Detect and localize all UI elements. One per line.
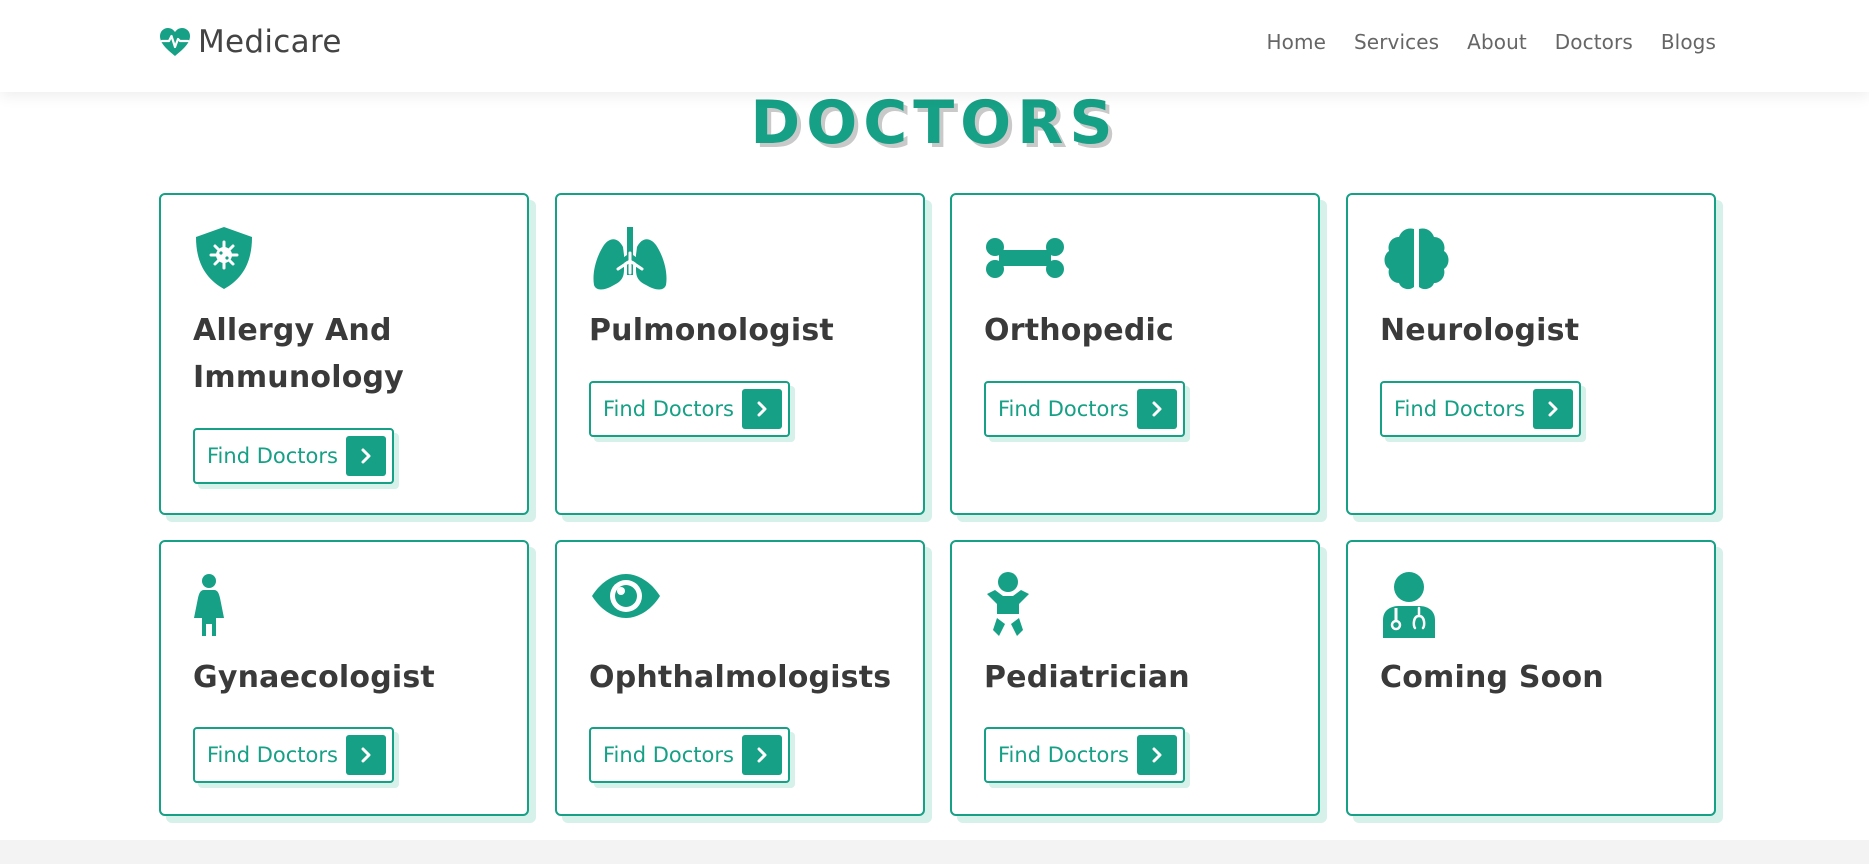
chevron-right-icon (741, 389, 782, 429)
find-doctors-button[interactable]: Find Doctors (984, 727, 1185, 783)
brand-name: Medicare (198, 24, 342, 60)
find-doctors-label: Find Doctors (998, 397, 1129, 421)
nav-blogs[interactable]: Blogs (1661, 30, 1716, 54)
nav-home[interactable]: Home (1267, 30, 1326, 54)
find-doctors-button[interactable]: Find Doctors (193, 727, 394, 783)
card-title: Ophthalmologists (589, 660, 892, 695)
lungs-icon (590, 225, 670, 291)
doctor-card-gynaecologist: Gynaecologist Find Doctors (159, 540, 529, 816)
find-doctors-label: Find Doctors (207, 743, 338, 767)
find-doctors-label: Find Doctors (1394, 397, 1525, 421)
card-title: Neurologist (1380, 313, 1580, 348)
baby-icon (985, 572, 1065, 638)
doctor-card-neurologist: Neurologist Find Doctors (1346, 193, 1716, 515)
navbar: Medicare Home Services About Doctors Blo… (0, 0, 1869, 92)
chevron-right-icon (345, 436, 386, 476)
card-title: Pediatrician (984, 660, 1190, 695)
shield-virus-icon (194, 225, 274, 291)
find-doctors-label: Find Doctors (998, 743, 1129, 767)
section-title: DOCTORS (750, 88, 1119, 158)
nav-doctors[interactable]: Doctors (1555, 30, 1633, 54)
chevron-right-icon (345, 735, 386, 775)
card-title: Gynaecologist (193, 660, 435, 695)
footer-strip (0, 840, 1869, 864)
eye-icon (590, 572, 670, 638)
card-title: Allergy And Immunology (193, 313, 404, 395)
chevron-right-icon (1136, 389, 1177, 429)
chevron-right-icon (741, 735, 782, 775)
find-doctors-label: Find Doctors (207, 444, 338, 468)
find-doctors-button[interactable]: Find Doctors (1380, 381, 1581, 437)
doctor-card-orthopedic: Orthopedic Find Doctors (950, 193, 1320, 515)
nav-services[interactable]: Services (1354, 30, 1439, 54)
card-title: Coming Soon (1380, 660, 1604, 695)
doctor-card-pulmonologist: Pulmonologist Find Doctors (555, 193, 925, 515)
find-doctors-label: Find Doctors (603, 743, 734, 767)
brand-logo[interactable]: Medicare (158, 24, 342, 60)
find-doctors-button[interactable]: Find Doctors (589, 727, 790, 783)
heart-pulse-icon (158, 26, 192, 58)
card-title: Pulmonologist (589, 313, 834, 348)
doctor-card-allergy: Allergy And Immunology Find Doctors (159, 193, 529, 515)
find-doctors-button[interactable]: Find Doctors (984, 381, 1185, 437)
bone-icon (985, 225, 1065, 291)
female-icon (194, 572, 274, 638)
card-title: Orthopedic (984, 313, 1174, 348)
brain-icon (1381, 225, 1461, 291)
user-doctor-icon (1381, 572, 1461, 638)
chevron-right-icon (1532, 389, 1573, 429)
main-nav: Home Services About Doctors Blogs (1239, 30, 1716, 54)
find-doctors-button[interactable]: Find Doctors (589, 381, 790, 437)
find-doctors-button[interactable]: Find Doctors (193, 428, 394, 484)
chevron-right-icon (1136, 735, 1177, 775)
doctor-card-coming-soon: Coming Soon (1346, 540, 1716, 816)
nav-about[interactable]: About (1467, 30, 1527, 54)
doctor-card-ophthalmologists: Ophthalmologists Find Doctors (555, 540, 925, 816)
doctor-card-pediatrician: Pediatrician Find Doctors (950, 540, 1320, 816)
find-doctors-label: Find Doctors (603, 397, 734, 421)
